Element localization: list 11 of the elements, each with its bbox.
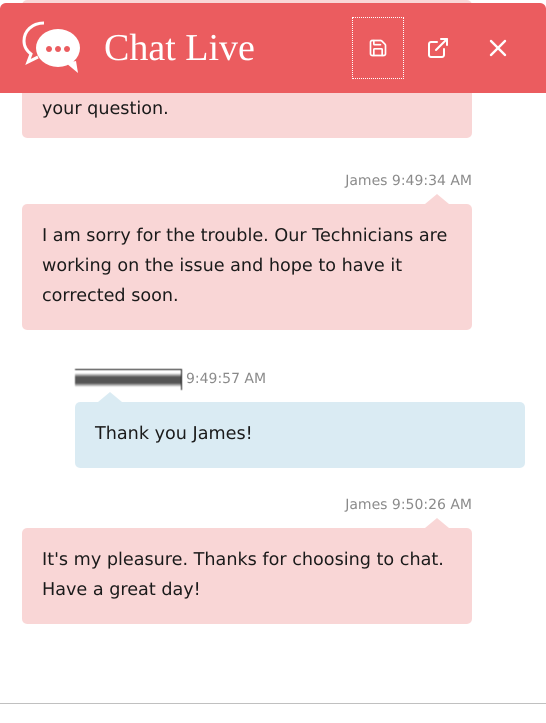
save-button[interactable] xyxy=(352,17,404,79)
save-icon xyxy=(368,38,388,58)
message-timestamp: James 9:49:34 AM xyxy=(345,173,472,189)
message-timestamp: 9:49:57 AM xyxy=(186,371,266,387)
message-timestamp: James 9:50:26 AM xyxy=(345,497,472,513)
message-text: It's my pleasure. Thanks for choosing to chat. Have a great day! xyxy=(42,549,445,602)
message-text: I am sorry for the trouble. Our Technicians are working on the issue and hope to have it corrected soon. xyxy=(42,225,448,308)
message-text: your question. xyxy=(42,98,170,121)
message-text: Thank you James! xyxy=(95,423,254,446)
chat-title: Chat Live xyxy=(104,26,256,70)
external-link-icon xyxy=(426,36,450,60)
